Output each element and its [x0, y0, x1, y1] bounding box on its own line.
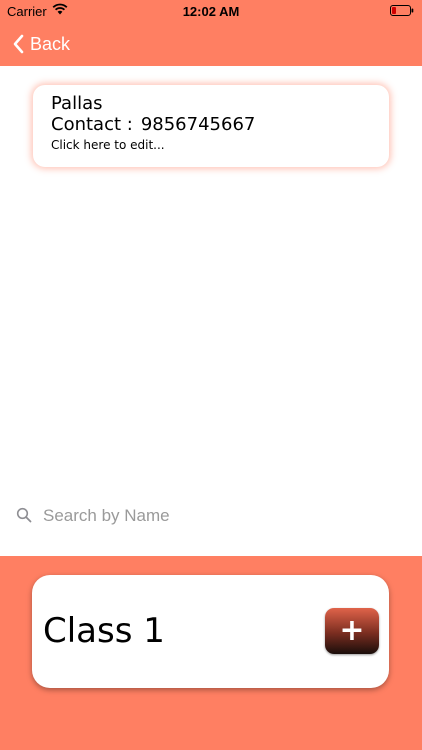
class-title: Class 1 — [43, 611, 165, 651]
status-time: 12:02 AM — [182, 4, 240, 19]
contact-line: Contact : 9856745667 — [51, 114, 389, 135]
search-icon — [16, 507, 32, 523]
contact-label: Contact : — [51, 114, 133, 135]
chevron-left-icon — [13, 34, 24, 54]
back-label: Back — [30, 33, 71, 54]
add-button[interactable]: + — [325, 608, 379, 654]
class-card[interactable]: Class 1 + — [32, 575, 389, 688]
search-bar — [0, 498, 422, 534]
battery-icon — [390, 5, 414, 16]
contact-number: 9856745667 — [140, 114, 256, 135]
plus-icon: + — [339, 613, 365, 648]
contact-card[interactable]: Pallas Contact : 9856745667 Click here to… — [33, 85, 389, 167]
search-input[interactable] — [43, 502, 403, 530]
contact-name: Pallas — [51, 93, 103, 114]
back-button[interactable]: Back — [12, 32, 70, 56]
navigation-header: Carrier 12:02 AM Back — [0, 0, 422, 66]
edit-hint: Click here to edit... — [51, 138, 165, 152]
status-bar: Carrier 12:02 AM — [0, 0, 422, 22]
bottom-panel: Class 1 + — [0, 556, 422, 750]
